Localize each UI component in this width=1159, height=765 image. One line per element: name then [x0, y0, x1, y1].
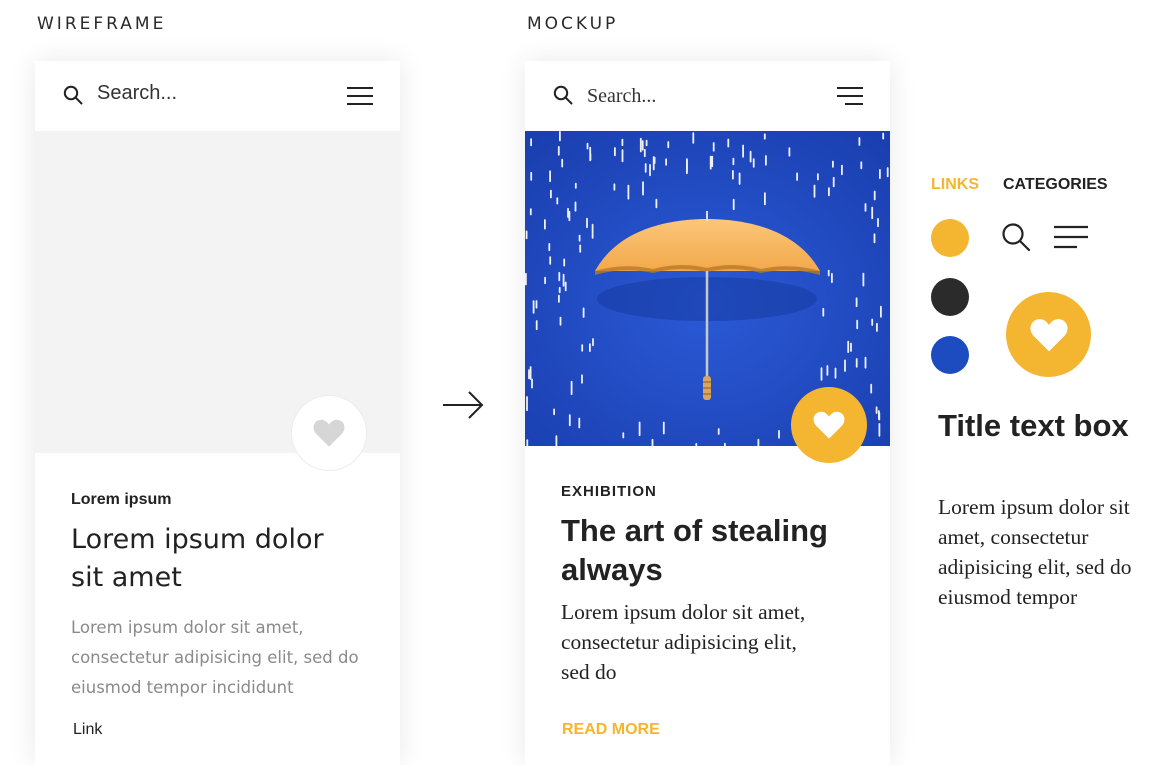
headline: The art of stealing always — [561, 513, 828, 587]
link[interactable]: Link — [73, 721, 102, 739]
search-icon[interactable] — [553, 85, 573, 105]
mockup-label: MOCKUP — [527, 14, 619, 34]
favorite-button[interactable] — [291, 395, 367, 471]
favorite-button-sample — [1006, 292, 1091, 377]
body-text: Lorem ipsum dolor sit amet, consectetur … — [561, 600, 806, 684]
heart-icon — [1029, 318, 1068, 351]
arrow-right-icon — [443, 391, 484, 419]
category-label[interactable]: EXHIBITION — [561, 483, 657, 500]
swatch-blue — [931, 336, 969, 374]
links-label[interactable]: LINKS — [931, 176, 979, 194]
search-input[interactable]: Search... — [587, 85, 656, 108]
search-input[interactable]: Search... — [97, 82, 177, 105]
mockup-card: Search... EXHIBITION The art of stealing… — [525, 61, 890, 765]
menu-icon — [1054, 225, 1088, 249]
body-text: Lorem ipsum dolor sit amet, consectetur … — [71, 618, 359, 697]
swatch-dark — [931, 278, 969, 316]
heart-icon — [313, 419, 345, 447]
wireframe-label: WIREFRAME — [37, 14, 167, 34]
headline: Lorem ipsum dolor sit amet — [71, 524, 324, 593]
search-icon — [1002, 223, 1031, 252]
categories-label[interactable]: CATEGORIES — [1003, 176, 1108, 194]
favorite-button[interactable] — [791, 387, 867, 463]
title-text-box: Title text box — [938, 408, 1129, 443]
mockup-top-bar: Search... — [525, 61, 890, 131]
search-icon[interactable] — [63, 85, 83, 105]
menu-icon[interactable] — [346, 85, 374, 107]
wireframe-card: Search... Lorem ipsum Lorem ipsum dolor … — [35, 61, 400, 765]
menu-icon[interactable] — [836, 85, 864, 107]
kicker: Lorem ipsum — [71, 491, 172, 508]
heart-icon — [813, 411, 845, 439]
read-more-link[interactable]: READ MORE — [562, 721, 660, 739]
guide-body-text: Lorem ipsum dolor sit amet, consectetur … — [938, 495, 1132, 609]
wireframe-top-bar: Search... — [35, 61, 400, 131]
swatch-yellow — [931, 219, 969, 257]
